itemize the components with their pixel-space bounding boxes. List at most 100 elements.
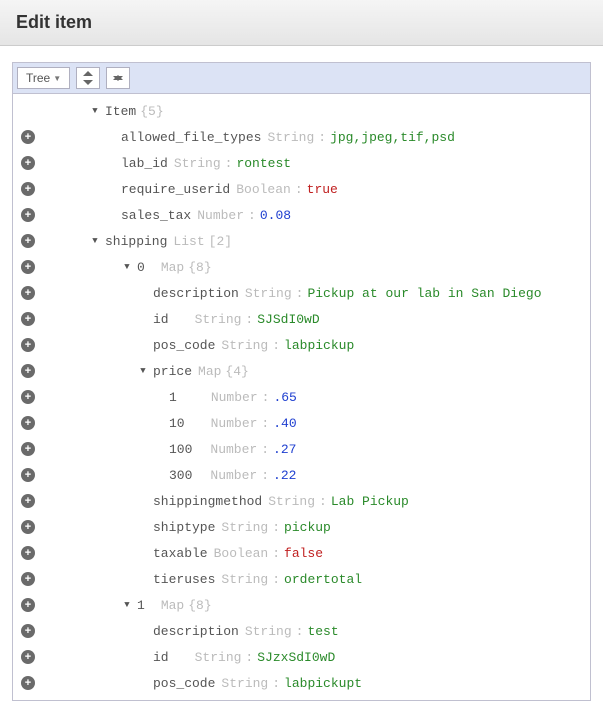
node-key: sales_tax — [121, 208, 191, 223]
add-icon[interactable]: + — [21, 234, 35, 248]
toggle-icon[interactable]: ▼ — [89, 106, 101, 116]
node-value: labpickupt — [284, 676, 362, 691]
tree-node-price-1[interactable]: + 1 Number : .65 — [13, 384, 590, 410]
node-key: 0 — [137, 260, 145, 275]
node-key: id — [153, 650, 169, 665]
tree-node-shiptype[interactable]: + shiptype String : pickup — [13, 514, 590, 540]
add-icon[interactable]: + — [21, 520, 35, 534]
tree-node-pos-code[interactable]: + pos_code String : labpickup — [13, 332, 590, 358]
collapse-icon — [113, 72, 123, 84]
tree-node-shippingmethod[interactable]: + shippingmethod String : Lab Pickup — [13, 488, 590, 514]
tree-node-tieruses[interactable]: + tieruses String : ordertotal — [13, 566, 590, 592]
add-icon[interactable]: + — [21, 364, 35, 378]
node-key: shippingmethod — [153, 494, 262, 509]
add-icon[interactable]: + — [21, 624, 35, 638]
expand-all-button[interactable] — [76, 67, 100, 89]
node-value: jpg,jpeg,tif,psd — [330, 130, 455, 145]
node-key: price — [153, 364, 192, 379]
expand-icon — [83, 72, 93, 84]
toggle-icon[interactable]: ▼ — [89, 236, 101, 246]
node-value: Lab Pickup — [331, 494, 409, 509]
node-count: {5} — [140, 104, 163, 119]
add-icon[interactable]: + — [21, 676, 35, 690]
tree-node-allowed-file-types[interactable]: + allowed_file_types String : jpg,jpeg,t… — [13, 124, 590, 150]
collapse-all-button[interactable] — [106, 67, 130, 89]
page-title: Edit item — [16, 12, 587, 33]
add-icon[interactable]: + — [21, 182, 35, 196]
node-type: List — [173, 234, 204, 249]
toggle-icon[interactable]: ▼ — [121, 262, 133, 272]
add-icon[interactable]: + — [21, 338, 35, 352]
tree-node-lab-id[interactable]: + lab_id String : rontest — [13, 150, 590, 176]
add-icon[interactable]: + — [21, 494, 35, 508]
add-icon[interactable]: + — [21, 312, 35, 326]
tree-node-require-userid[interactable]: + require_userid Boolean : true — [13, 176, 590, 202]
node-value: rontest — [236, 156, 291, 171]
node-key: taxable — [153, 546, 208, 561]
add-icon[interactable]: + — [21, 260, 35, 274]
add-icon[interactable]: + — [21, 546, 35, 560]
tree-node-price-100[interactable]: + 100 Number : .27 — [13, 436, 590, 462]
node-key: lab_id — [121, 156, 168, 171]
node-value: labpickup — [284, 338, 354, 353]
tree-node-description-1[interactable]: + description String : test — [13, 618, 590, 644]
tree-node-shipping-1[interactable]: + ▼ 1 Map {8} — [13, 592, 590, 618]
add-icon[interactable]: + — [21, 390, 35, 404]
add-icon[interactable]: + — [21, 208, 35, 222]
tree-node-pos-code-1[interactable]: + pos_code String : labpickupt — [13, 670, 590, 696]
add-icon[interactable]: + — [21, 416, 35, 430]
tree-node-root[interactable]: ▼ Item {5} — [13, 98, 590, 124]
tree-node-description[interactable]: + description String : Pickup at our lab… — [13, 280, 590, 306]
add-icon[interactable]: + — [21, 156, 35, 170]
add-icon[interactable]: + — [21, 650, 35, 664]
node-type: String — [195, 650, 242, 665]
toggle-icon[interactable]: ▼ — [121, 600, 133, 610]
tree-node-id-1[interactable]: + id String : SJzxSdI0wD — [13, 644, 590, 670]
node-type: Number — [210, 468, 257, 483]
node-key: shipping — [105, 234, 167, 249]
node-type: Boolean — [214, 546, 269, 561]
node-type: Map — [198, 364, 221, 379]
node-value: .65 — [273, 390, 296, 405]
node-key: Item — [105, 104, 136, 119]
add-icon[interactable]: + — [21, 468, 35, 482]
tree-node-taxable[interactable]: + taxable Boolean : false — [13, 540, 590, 566]
editor-panel: Tree ▼ ▼ Item {5} + allowed_file_types S… — [12, 62, 591, 701]
node-count: [2] — [209, 234, 232, 249]
add-icon[interactable]: + — [21, 130, 35, 144]
toggle-icon[interactable]: ▼ — [137, 366, 149, 376]
node-value: test — [307, 624, 338, 639]
tree-node-price[interactable]: + ▼ price Map {4} — [13, 358, 590, 384]
tree-node-shipping[interactable]: + ▼ shipping List [2] — [13, 228, 590, 254]
node-type: String — [221, 676, 268, 691]
tree-node-price-10[interactable]: + 10 Number : .40 — [13, 410, 590, 436]
node-value: Pickup at our lab in San Diego — [307, 286, 541, 301]
node-key: tieruses — [153, 572, 215, 587]
add-icon[interactable]: + — [21, 598, 35, 612]
node-key: pos_code — [153, 676, 215, 691]
node-type: String — [245, 624, 292, 639]
tree-node-id[interactable]: + id String : SJSdI0wD — [13, 306, 590, 332]
node-type: String — [221, 520, 268, 535]
header: Edit item — [0, 0, 603, 46]
view-mode-button[interactable]: Tree ▼ — [17, 67, 70, 89]
tree-node-sales-tax[interactable]: + sales_tax Number : 0.08 — [13, 202, 590, 228]
node-type: String — [174, 156, 221, 171]
node-type: Number — [211, 416, 258, 431]
node-key: 1 — [137, 598, 145, 613]
node-type: Number — [197, 208, 244, 223]
node-type: String — [268, 494, 315, 509]
node-value: SJSdI0wD — [257, 312, 319, 327]
add-icon[interactable]: + — [21, 286, 35, 300]
node-value: false — [284, 546, 323, 561]
node-type: Boolean — [236, 182, 291, 197]
node-value: .27 — [273, 442, 296, 457]
node-value: .22 — [273, 468, 296, 483]
add-icon[interactable]: + — [21, 442, 35, 456]
node-key: id — [153, 312, 169, 327]
add-icon[interactable]: + — [21, 572, 35, 586]
tree-node-price-300[interactable]: + 300 Number : .22 — [13, 462, 590, 488]
tree-node-shipping-0[interactable]: + ▼ 0 Map {8} — [13, 254, 590, 280]
node-key: 300 — [169, 468, 192, 483]
node-key: 100 — [169, 442, 192, 457]
